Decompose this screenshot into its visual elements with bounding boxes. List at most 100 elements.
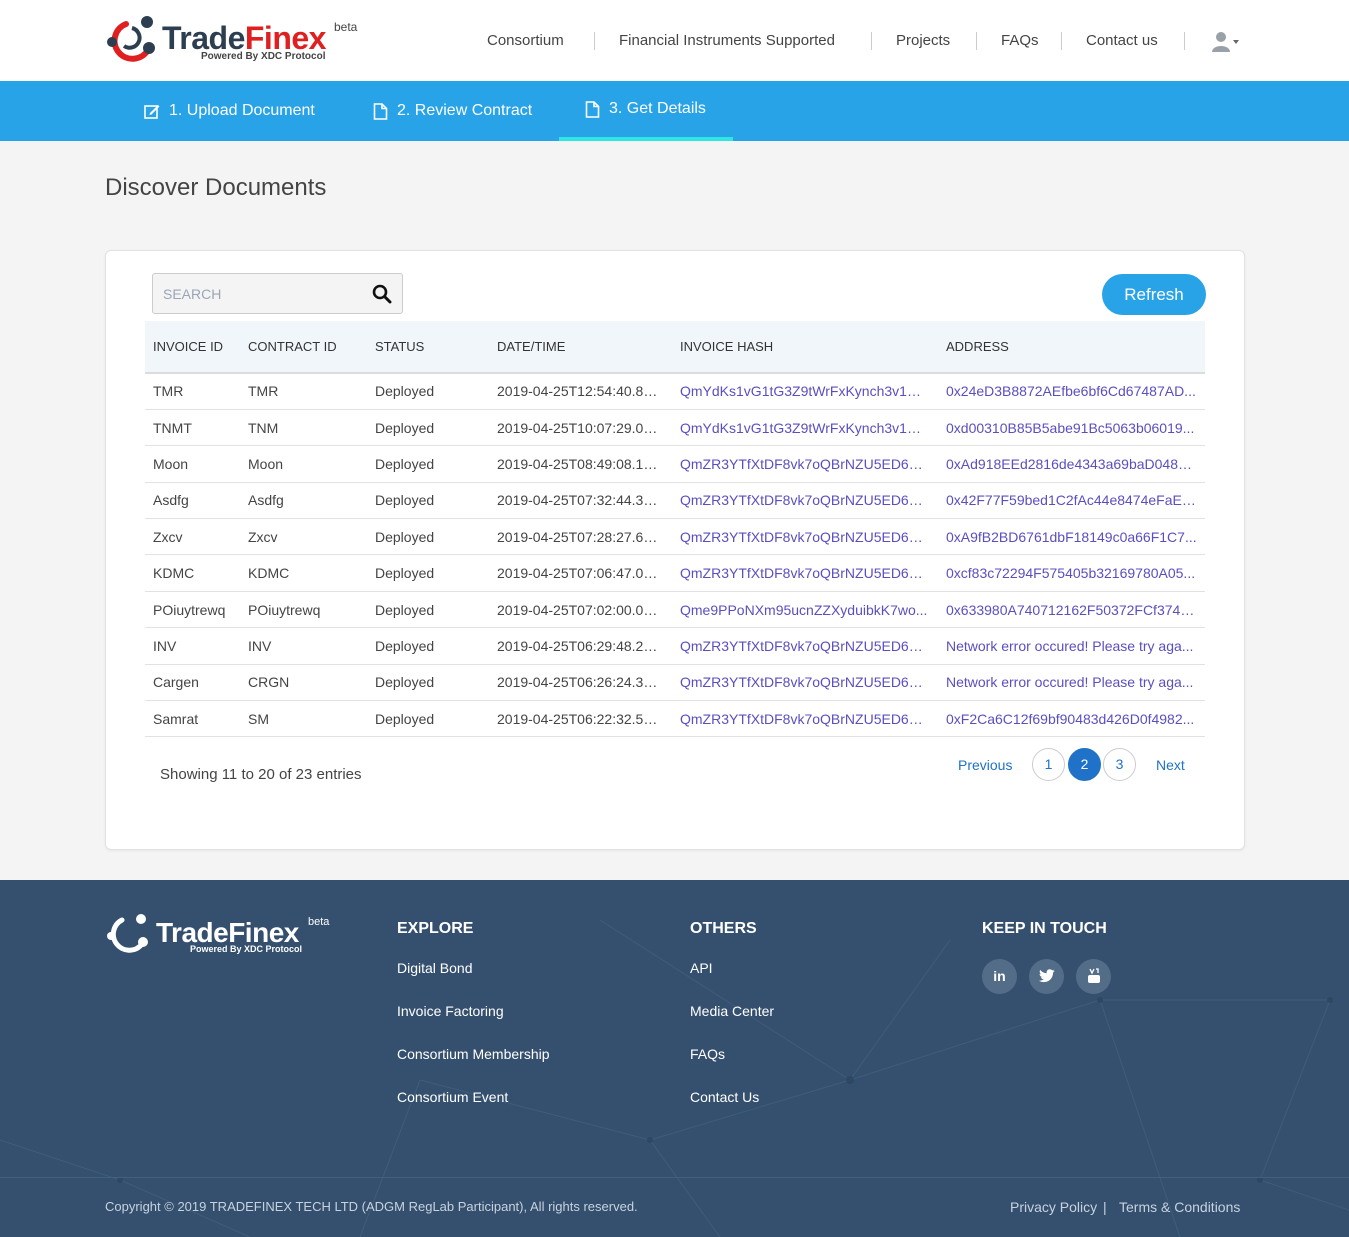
step-review-contract[interactable]: 2. Review Contract xyxy=(373,81,532,141)
table-header-row: INVOICE ID CONTRACT ID STATUS DATE/TIME … xyxy=(145,321,1205,373)
nav-financial-instruments[interactable]: Financial Instruments Supported xyxy=(619,31,835,51)
invoice-id-cell: Zxcv xyxy=(145,518,240,556)
invoice-id-cell: INV xyxy=(145,627,240,665)
footer-link-invoice-factoring[interactable]: Invoice Factoring xyxy=(397,1003,504,1019)
invoice-hash-link[interactable]: QmYdKs1vG1tG3Z9tWrFxKynch3v1M... xyxy=(672,373,938,410)
footer-link-consortium-membership[interactable]: Consortium Membership xyxy=(397,1046,550,1062)
invoice-hash-link[interactable]: QmZR3YTfXtDF8vk7oQBrNZU5ED6P4... xyxy=(672,482,938,520)
nav-separator xyxy=(976,32,977,50)
datetime-cell: 2019-04-25T06:26:24.325Z xyxy=(489,664,672,702)
datetime-cell: 2019-04-25T10:07:29.085Z xyxy=(489,409,672,447)
search-icon[interactable] xyxy=(372,284,392,304)
linkedin-icon[interactable]: in xyxy=(982,959,1017,994)
privacy-policy-link[interactable]: Privacy Policy xyxy=(1010,1199,1097,1215)
refresh-button[interactable]: Refresh xyxy=(1102,274,1206,315)
status-cell: Deployed xyxy=(367,591,489,629)
column-header-invoice-id[interactable]: INVOICE ID xyxy=(145,321,240,373)
nav-contact-us[interactable]: Contact us xyxy=(1086,31,1158,51)
nav-faqs[interactable]: FAQs xyxy=(1001,31,1039,51)
invoice-hash-link[interactable]: QmZR3YTfXtDF8vk7oQBrNZU5ED6P4... xyxy=(672,518,938,556)
twitter-icon[interactable] xyxy=(1029,959,1064,994)
contract-id-cell: Zxcv xyxy=(240,518,367,556)
step-upload-document[interactable]: 1. Upload Document xyxy=(144,81,315,141)
step-get-details[interactable]: 3. Get Details xyxy=(559,81,733,141)
footer-explore-title: EXPLORE xyxy=(397,920,474,937)
table-row: Zxcv Zxcv Deployed 2019-04-25T07:28:27.678Z… xyxy=(145,518,1205,556)
invoice-hash-link[interactable]: QmZR3YTfXtDF8vk7oQBrNZU5ED6P4... xyxy=(672,664,938,702)
table-row: KDMC KDMC Deployed 2019-04-25T07:06:47.018Z… xyxy=(145,554,1205,592)
address-link[interactable]: 0x633980A740712162F50372FCf374c... xyxy=(938,591,1205,629)
footer-keep-in-touch-title: KEEP IN TOUCH xyxy=(982,920,1107,937)
pagination-page-3[interactable]: 3 xyxy=(1103,748,1136,781)
footer-link-faqs[interactable]: FAQs xyxy=(690,1046,725,1062)
logo-tagline: Powered By XDC Protocol xyxy=(190,944,303,954)
footer-others-title: OTHERS xyxy=(690,920,757,937)
contract-id-cell: CRGN xyxy=(240,664,367,702)
datetime-cell: 2019-04-25T07:02:00.048Z xyxy=(489,591,672,629)
address-link[interactable]: Network error occured! Please try aga... xyxy=(938,664,1205,702)
logo-mark-icon xyxy=(107,914,148,953)
address-link[interactable]: 0xcf83c72294F575405b32169780A05... xyxy=(938,554,1205,592)
terms-conditions-link[interactable]: Terms & Conditions xyxy=(1119,1199,1240,1215)
logo-mark-icon xyxy=(107,16,155,62)
datetime-cell: 2019-04-25T08:49:08.136Z xyxy=(489,445,672,483)
nav-separator xyxy=(871,32,872,50)
table-row: Cargen CRGN Deployed 2019-04-25T06:26:24.32… xyxy=(145,664,1205,702)
contract-id-cell: INV xyxy=(240,627,367,665)
datetime-cell: 2019-04-25T06:29:48.264Z xyxy=(489,627,672,665)
column-header-date-time[interactable]: DATE/TIME xyxy=(489,321,672,373)
status-cell: Deployed xyxy=(367,554,489,592)
address-link[interactable]: 0x42F77F59bed1C2fAc44e8474eFaE9... xyxy=(938,482,1205,520)
logo-tagline: Powered By XDC Protocol xyxy=(201,51,326,62)
address-link[interactable]: 0xAd918EEd2816de4343a69baD0481... xyxy=(938,445,1205,483)
invoice-id-cell: Cargen xyxy=(145,664,240,702)
nav-projects[interactable]: Projects xyxy=(896,31,950,51)
footer-link-contact-us[interactable]: Contact Us xyxy=(690,1089,759,1105)
invoice-hash-link[interactable]: QmZR3YTfXtDF8vk7oQBrNZU5ED6P4... xyxy=(672,627,938,665)
address-link[interactable]: 0xd00310B85B5abe91Bc5063b06019... xyxy=(938,409,1205,447)
pagination-previous[interactable]: Previous xyxy=(958,757,1012,773)
table-row: INV INV Deployed 2019-04-25T06:29:48.264Z Qm… xyxy=(145,627,1205,665)
address-link[interactable]: 0x24eD3B8872AEfbe6bf6Cd67487AD... xyxy=(938,373,1205,410)
step-label: 2. Review Contract xyxy=(397,102,533,119)
step-label: 1. Upload Document xyxy=(169,102,315,119)
column-header-contract-id[interactable]: CONTRACT ID xyxy=(240,321,367,373)
pagination-page-1[interactable]: 1 xyxy=(1032,748,1065,781)
invoice-id-cell: TNMT xyxy=(145,409,240,447)
status-cell: Deployed xyxy=(367,518,489,556)
column-header-address[interactable]: ADDRESS xyxy=(938,321,1205,373)
footer-link-consortium-event[interactable]: Consortium Event xyxy=(397,1089,508,1105)
footer-logo[interactable]: TradeFinex beta Powered By XDC Protocol xyxy=(104,912,344,960)
status-cell: Deployed xyxy=(367,482,489,520)
step-label: 3. Get Details xyxy=(609,100,706,117)
pagination-next[interactable]: Next xyxy=(1156,757,1185,773)
invoice-hash-link[interactable]: QmZR3YTfXtDF8vk7oQBrNZU5ED6P4... xyxy=(672,554,938,592)
invoice-hash-link[interactable]: Qme9PPoNXm95ucnZZXyduibkK7wo... xyxy=(672,591,938,629)
address-link[interactable]: Network error occured! Please try aga... xyxy=(938,627,1205,665)
youtube-icon[interactable] xyxy=(1076,959,1111,994)
tradefinex-logo[interactable]: TradeFinex beta Powered By XDC Protocol xyxy=(104,14,364,66)
address-link[interactable]: 0xF2Ca6C12f69bf90483d426D0f4982... xyxy=(938,700,1205,738)
logo-beta: beta xyxy=(334,20,358,34)
footer-link-media-center[interactable]: Media Center xyxy=(690,1003,774,1019)
nav-consortium[interactable]: Consortium xyxy=(487,31,564,51)
column-header-invoice-hash[interactable]: INVOICE HASH xyxy=(672,321,938,373)
invoice-hash-link[interactable]: QmZR3YTfXtDF8vk7oQBrNZU5ED6P4... xyxy=(672,700,938,738)
invoice-id-cell: Samrat xyxy=(145,700,240,738)
pagination-page-2[interactable]: 2 xyxy=(1068,748,1101,781)
contract-id-cell: KDMC xyxy=(240,554,367,592)
datetime-cell: 2019-04-25T06:22:32.597Z xyxy=(489,700,672,738)
invoice-hash-link[interactable]: QmZR3YTfXtDF8vk7oQBrNZU5ED6P4... xyxy=(672,445,938,483)
contract-id-cell: TNM xyxy=(240,409,367,447)
footer-link-digital-bond[interactable]: Digital Bond xyxy=(397,960,473,976)
address-link[interactable]: 0xA9fB2BD6761dbF18149c0a66F1C7... xyxy=(938,518,1205,556)
copyright-text: Copyright © 2019 TRADEFINEX TECH LTD (AD… xyxy=(105,1199,638,1214)
search-input[interactable] xyxy=(153,274,353,313)
table-row: POiuytrewq POiuytrewq Deployed 2019-04-25T0… xyxy=(145,591,1205,629)
footer-link-api[interactable]: API xyxy=(690,960,713,976)
column-header-status[interactable]: STATUS xyxy=(367,321,489,373)
page-title: Discover Documents xyxy=(105,174,327,201)
user-menu-icon[interactable] xyxy=(1210,30,1242,54)
table-row: TMR TMR Deployed 2019-04-25T12:54:40.803Z Qm… xyxy=(145,373,1205,410)
invoice-hash-link[interactable]: QmYdKs1vG1tG3Z9tWrFxKynch3v1M... xyxy=(672,409,938,447)
